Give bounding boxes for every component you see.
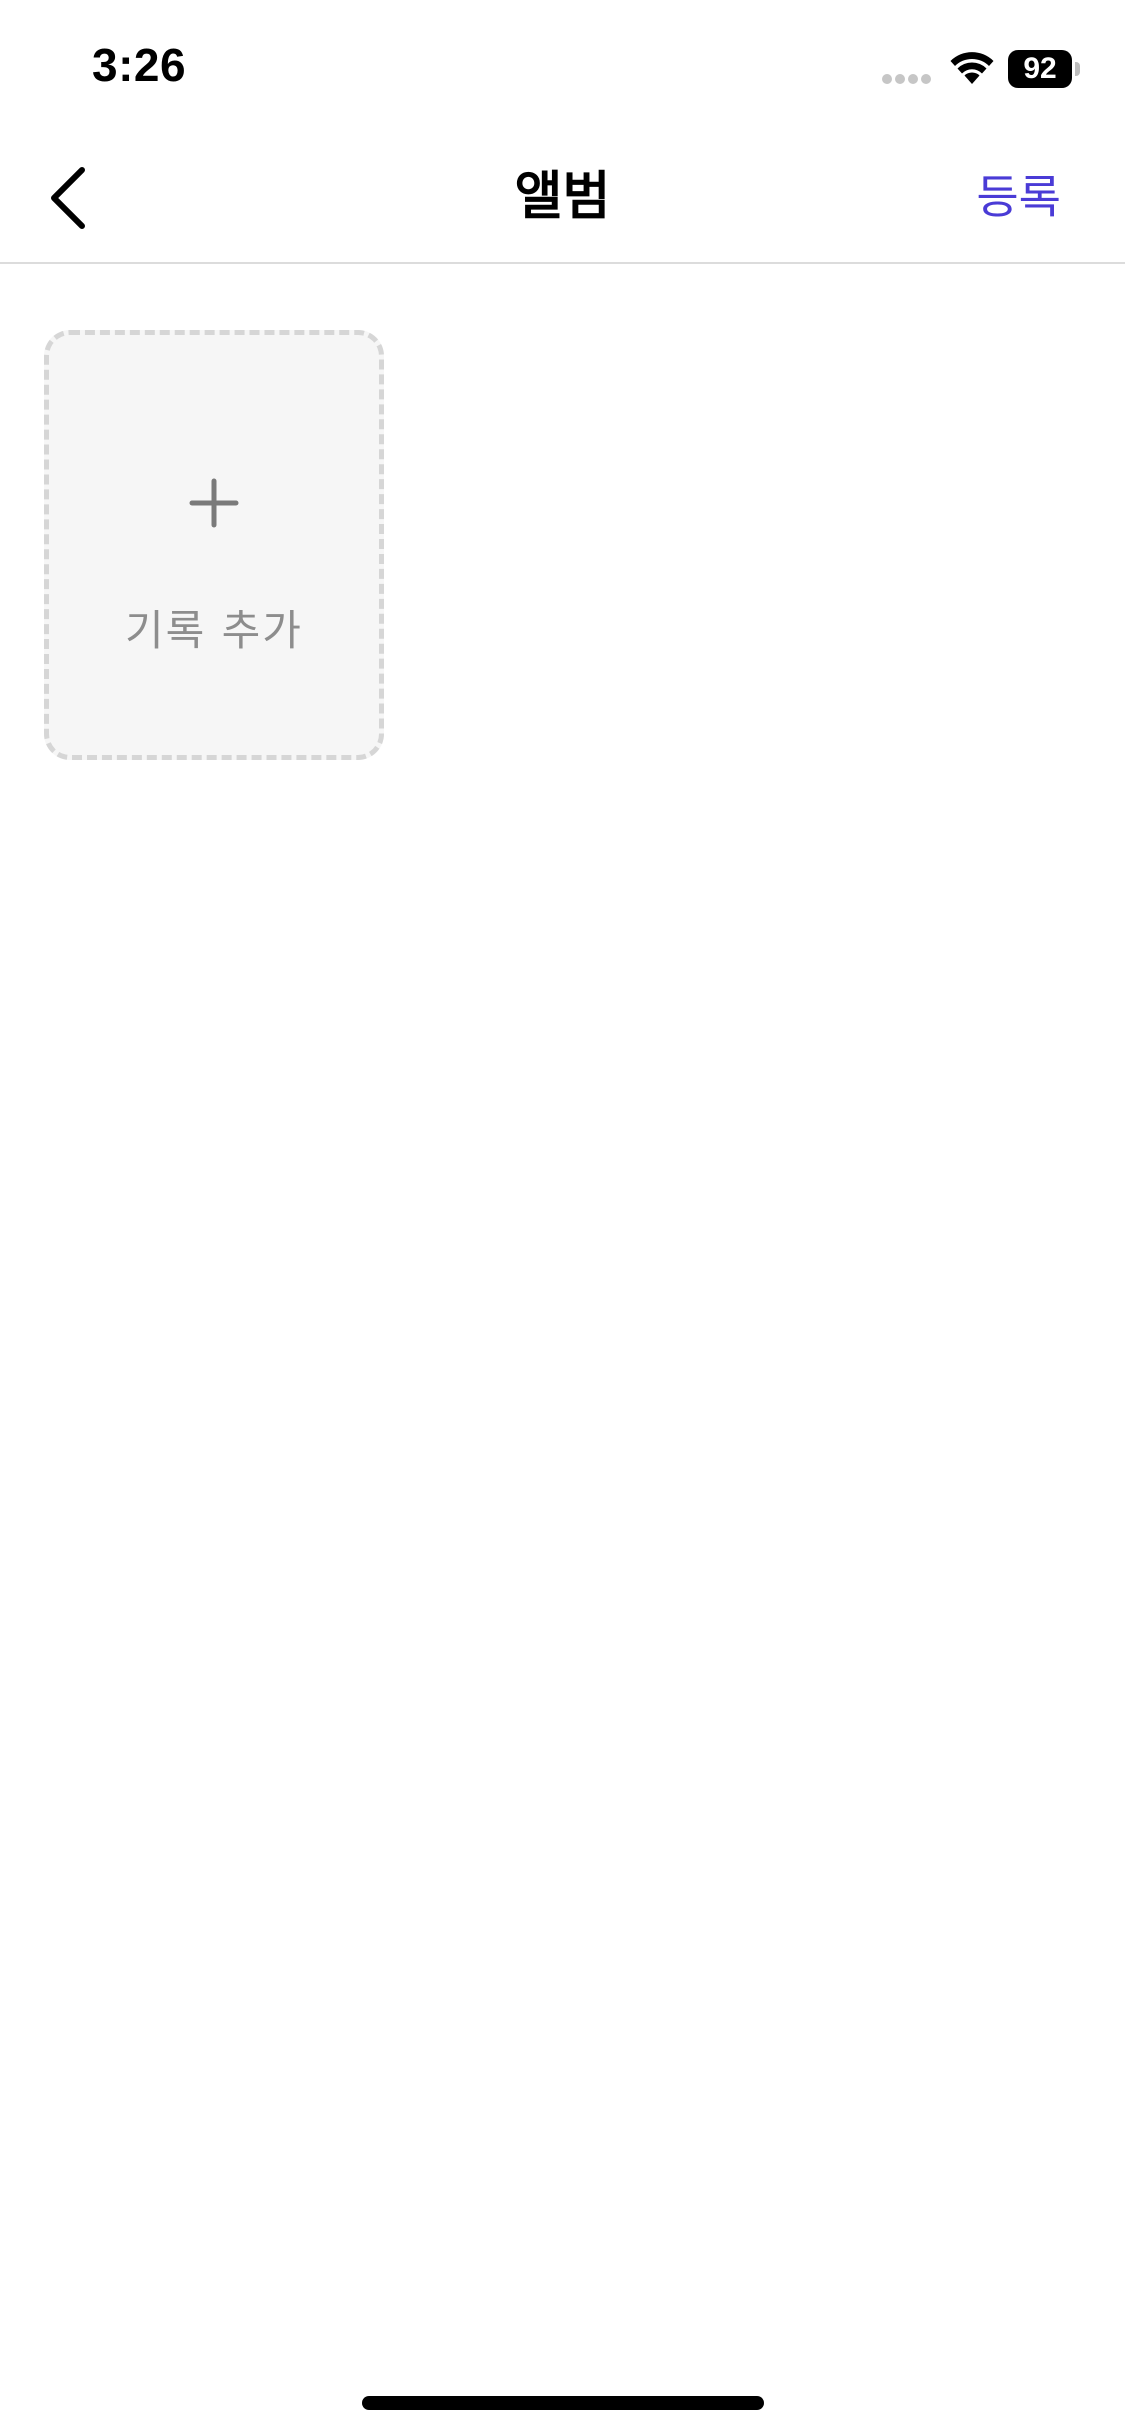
status-time: 3:26 bbox=[92, 39, 187, 91]
register-button[interactable]: 등록 bbox=[976, 162, 1061, 232]
cellular-signal-icon bbox=[882, 74, 934, 86]
page-title: 앨범 bbox=[514, 167, 611, 227]
battery-level: 92 bbox=[1023, 52, 1057, 85]
status-bar: 3:26 92 bbox=[0, 0, 1125, 132]
home-indicator[interactable] bbox=[362, 2396, 764, 2410]
add-record-label: 기록 추가 bbox=[125, 606, 303, 655]
navigation-bar: 앨범 등록 bbox=[0, 132, 1125, 264]
wifi-icon bbox=[950, 52, 994, 84]
add-record-card[interactable]: 기록 추가 bbox=[44, 330, 384, 760]
plus-icon bbox=[49, 473, 379, 533]
battery-icon: 92 bbox=[1008, 50, 1080, 88]
